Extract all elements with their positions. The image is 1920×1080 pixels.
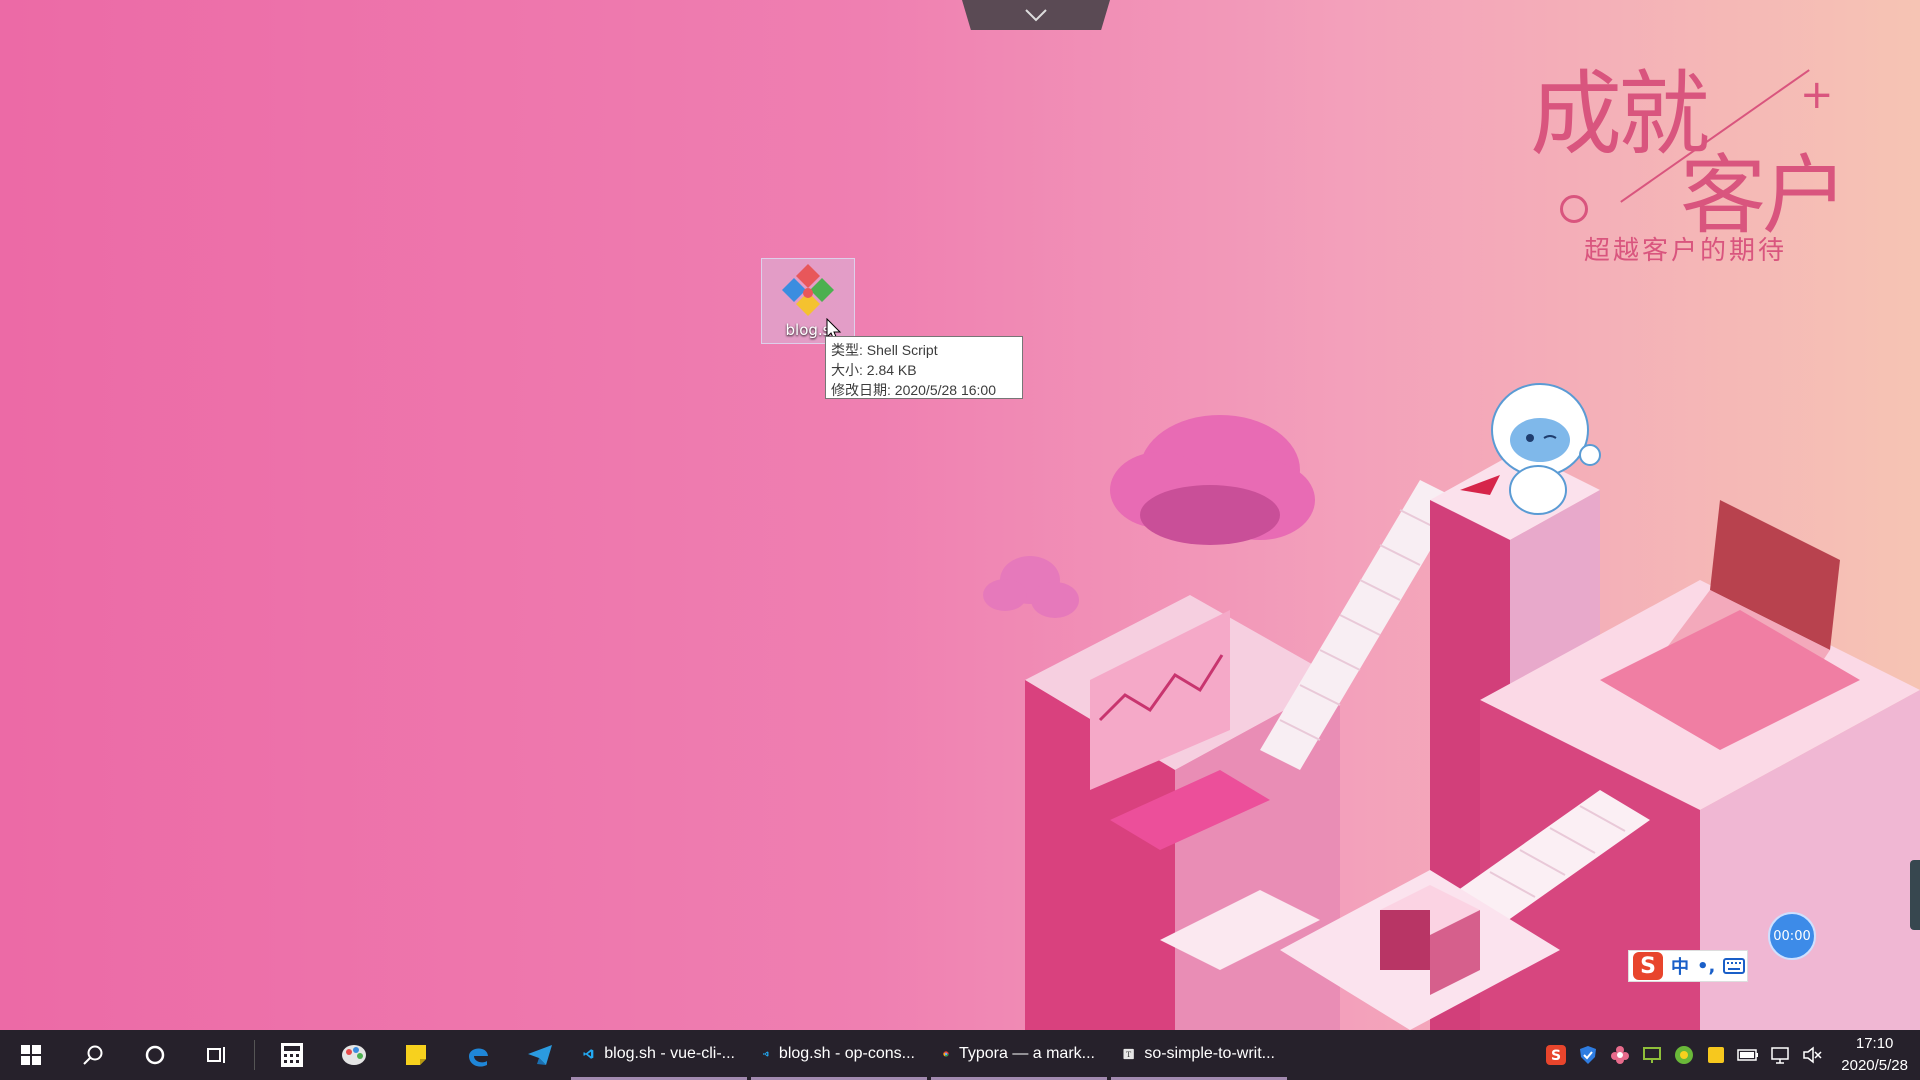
tray-note-icon[interactable] <box>1705 1044 1727 1066</box>
taskbar-app-label: blog.sh - vue-cli-... <box>604 1044 735 1062</box>
tray-flower-icon[interactable] <box>1609 1044 1631 1066</box>
taskbar-app-vscode-1[interactable]: blog.sh - vue-cli-... <box>571 1030 747 1080</box>
calculator-icon <box>281 1043 303 1067</box>
svg-text:T: T <box>1126 1049 1131 1058</box>
taskbar-app-label: Typora — a mark... <box>958 1044 1095 1062</box>
search-icon <box>83 1045 103 1065</box>
taskbar-app-typora[interactable]: T so-simple-to-writ... <box>1111 1030 1287 1080</box>
pinned-paint-app[interactable] <box>323 1030 385 1080</box>
typora-icon: T <box>1123 1048 1134 1059</box>
start-button[interactable] <box>0 1030 62 1080</box>
slogan-plus: + <box>1800 72 1834 118</box>
pinned-edge[interactable] <box>447 1030 509 1080</box>
tooltip-size: 大小: 2.84 KB <box>831 362 917 378</box>
chrome-icon <box>943 1050 949 1057</box>
taskbar-separator <box>254 1040 255 1070</box>
floating-timer-button[interactable]: 00:00 <box>1768 912 1816 960</box>
search-button[interactable] <box>62 1030 124 1080</box>
chevron-down-icon <box>1025 9 1047 22</box>
taskbar-app-chrome[interactable]: Typora — a mark... <box>931 1030 1107 1080</box>
punctuation-icon[interactable]: •, <box>1697 956 1715 977</box>
clock-date: 2020/5/28 <box>1841 1057 1908 1074</box>
tray-shield-icon[interactable] <box>1577 1044 1599 1066</box>
taskbar-clock[interactable]: 17:10 2020/5/28 <box>1841 1033 1908 1077</box>
taskbar-app-label: blog.sh - op-cons... <box>778 1044 915 1062</box>
cloud-small <box>983 556 1079 618</box>
taskbar-app-label: so-simple-to-writ... <box>1144 1044 1275 1062</box>
windows-icon <box>21 1045 41 1065</box>
paint-palette-icon <box>342 1045 366 1065</box>
top-dropdown-tab[interactable] <box>962 0 1110 30</box>
side-panel-handle[interactable] <box>1910 860 1920 930</box>
paper-plane-icon <box>528 1045 552 1065</box>
desktop-file-label: blog.s <box>785 321 831 339</box>
keyboard-icon[interactable] <box>1723 958 1746 974</box>
tooltip-modified: 修改日期: 2020/5/28 16:00 <box>831 382 996 398</box>
edge-icon <box>469 1048 488 1067</box>
tray-green-app-icon[interactable] <box>1673 1044 1695 1066</box>
taskbar: blog.sh - vue-cli-... blog.sh - op-cons.… <box>0 1030 1920 1080</box>
tray-volume-muted-icon[interactable] <box>1801 1044 1823 1066</box>
task-view-button[interactable] <box>186 1030 248 1080</box>
cortana-icon <box>145 1045 165 1065</box>
sticky-notes-icon <box>406 1045 426 1065</box>
file-tooltip: 类型: Shell Script 大小: 2.84 KB 修改日期: 2020/… <box>825 336 1023 399</box>
tray-battery-icon[interactable] <box>1737 1044 1759 1066</box>
tray-network-icon[interactable] <box>1769 1044 1791 1066</box>
vscode-icon <box>583 1048 594 1059</box>
task-view-icon <box>207 1047 225 1063</box>
pinned-telegram[interactable] <box>509 1030 571 1080</box>
shell-script-icon <box>782 264 834 316</box>
ime-toolbar[interactable]: S 中 •, <box>1628 950 1748 982</box>
wallpaper-slogan: 成就 客户 + 超越客户的期待 <box>1520 40 1880 280</box>
sogou-logo-icon: S <box>1633 952 1663 980</box>
pinned-calculator[interactable] <box>261 1030 323 1080</box>
svg-text:S: S <box>1551 1048 1561 1064</box>
ime-mode-label[interactable]: 中 <box>1671 953 1689 979</box>
clock-time: 17:10 <box>1855 1035 1894 1052</box>
vscode-icon <box>763 1051 769 1056</box>
tooltip-type: 类型: Shell Script <box>831 342 938 358</box>
slogan-ring <box>1560 195 1588 223</box>
cortana-button[interactable] <box>124 1030 186 1080</box>
pinned-sticky-notes[interactable] <box>385 1030 447 1080</box>
tray-sogou-icon[interactable]: S <box>1545 1044 1567 1066</box>
cloud-large <box>1110 415 1315 545</box>
system-tray: S 17:10 2020/5/28 <box>1545 1033 1920 1077</box>
tray-monitor-icon[interactable] <box>1641 1044 1663 1066</box>
taskbar-app-vscode-2[interactable]: blog.sh - op-cons... <box>751 1030 927 1080</box>
slogan-sub: 超越客户的期待 <box>1584 236 1788 266</box>
